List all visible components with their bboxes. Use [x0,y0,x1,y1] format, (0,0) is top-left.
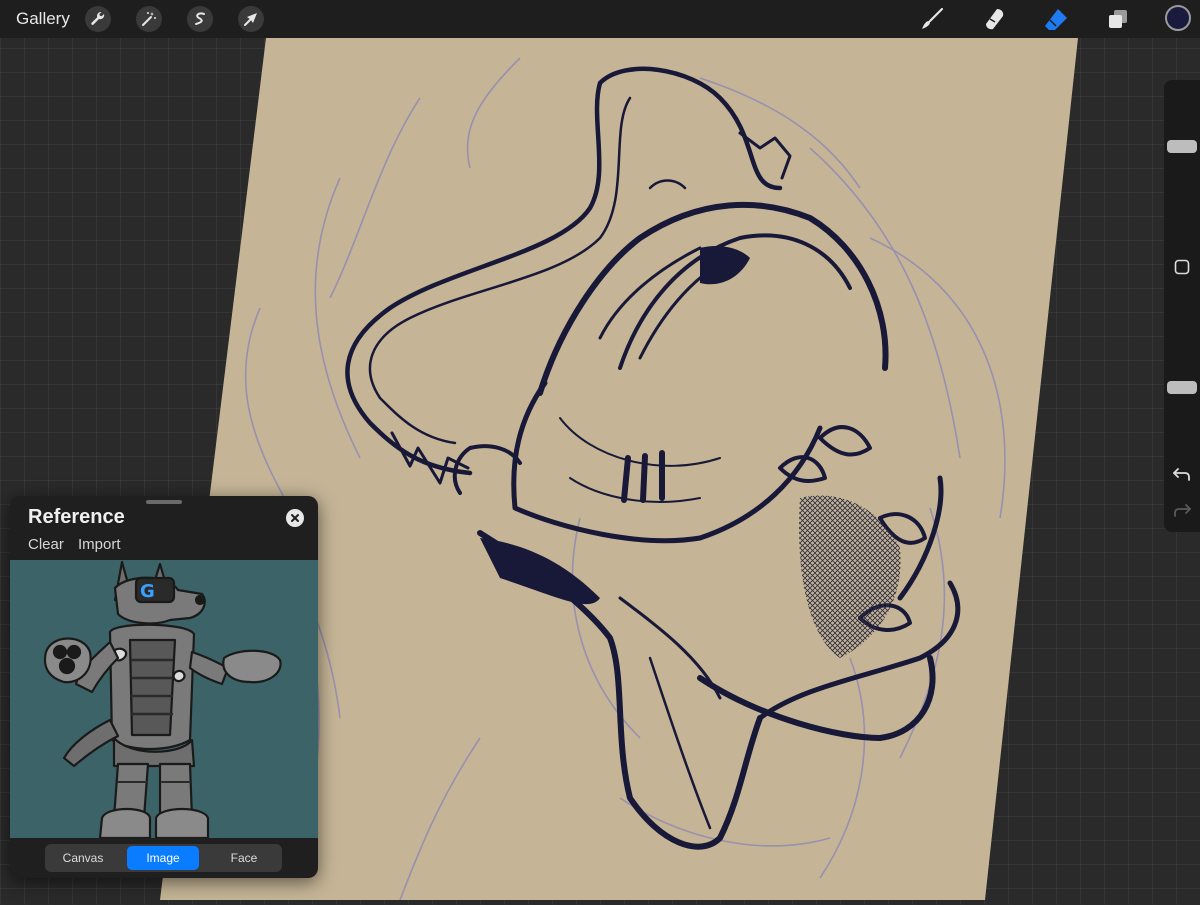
svg-text:G: G [140,581,155,602]
wrench-icon [91,12,105,25]
square-button-icon [1174,259,1190,275]
reference-image: G [10,560,318,840]
reference-title: Reference [28,506,125,528]
brush-icon [922,7,944,29]
color-picker-button[interactable] [1165,5,1191,31]
brush-size-slider[interactable] [1164,92,1200,232]
tab-face-label: Face [230,851,258,865]
panel-grabber[interactable] [146,500,182,504]
selection-button[interactable] [187,6,213,32]
opacity-thumb[interactable] [1167,381,1197,394]
redo-icon [1174,504,1191,517]
tab-canvas-label: Canvas [62,851,104,865]
tab-image[interactable]: Image [127,846,199,870]
tab-image-label: Image [146,851,180,865]
close-reference-button[interactable] [286,509,304,527]
undo-icon [1173,468,1190,481]
tab-face[interactable]: Face [208,846,280,870]
reference-mode-segmented-control: Canvas Image Face [45,844,282,872]
close-icon [291,514,299,522]
actions-button[interactable] [85,6,111,32]
adjustments-button[interactable] [136,6,162,32]
clear-button[interactable]: Clear [28,536,64,553]
import-button[interactable]: Import [78,536,121,553]
right-sidebar [1164,80,1200,532]
layers-button[interactable] [1104,5,1132,33]
arrow-cursor-icon [244,13,257,26]
top-toolbar: Gallery [0,0,1200,38]
magic-wand-icon [142,12,156,26]
smudge-tool-button[interactable] [980,5,1008,33]
modify-button[interactable] [1164,255,1200,279]
eraser-tool-button[interactable] [1042,5,1070,33]
gallery-button[interactable]: Gallery [16,9,70,29]
brush-tool-button[interactable] [918,5,946,33]
undo-button[interactable] [1164,462,1200,486]
selection-s-icon [195,12,205,25]
redo-button[interactable] [1164,498,1200,522]
smudge-icon [986,9,1004,30]
brush-size-thumb[interactable] [1167,140,1197,153]
opacity-slider[interactable] [1164,292,1200,432]
transform-button[interactable] [238,6,264,32]
tab-canvas[interactable]: Canvas [47,846,119,870]
eraser-icon [1045,9,1067,30]
layers-icon [1109,10,1127,28]
reference-panel: Reference Clear Import G Canvas Image Fa… [10,496,318,878]
eraser-icon-body [1045,9,1067,30]
